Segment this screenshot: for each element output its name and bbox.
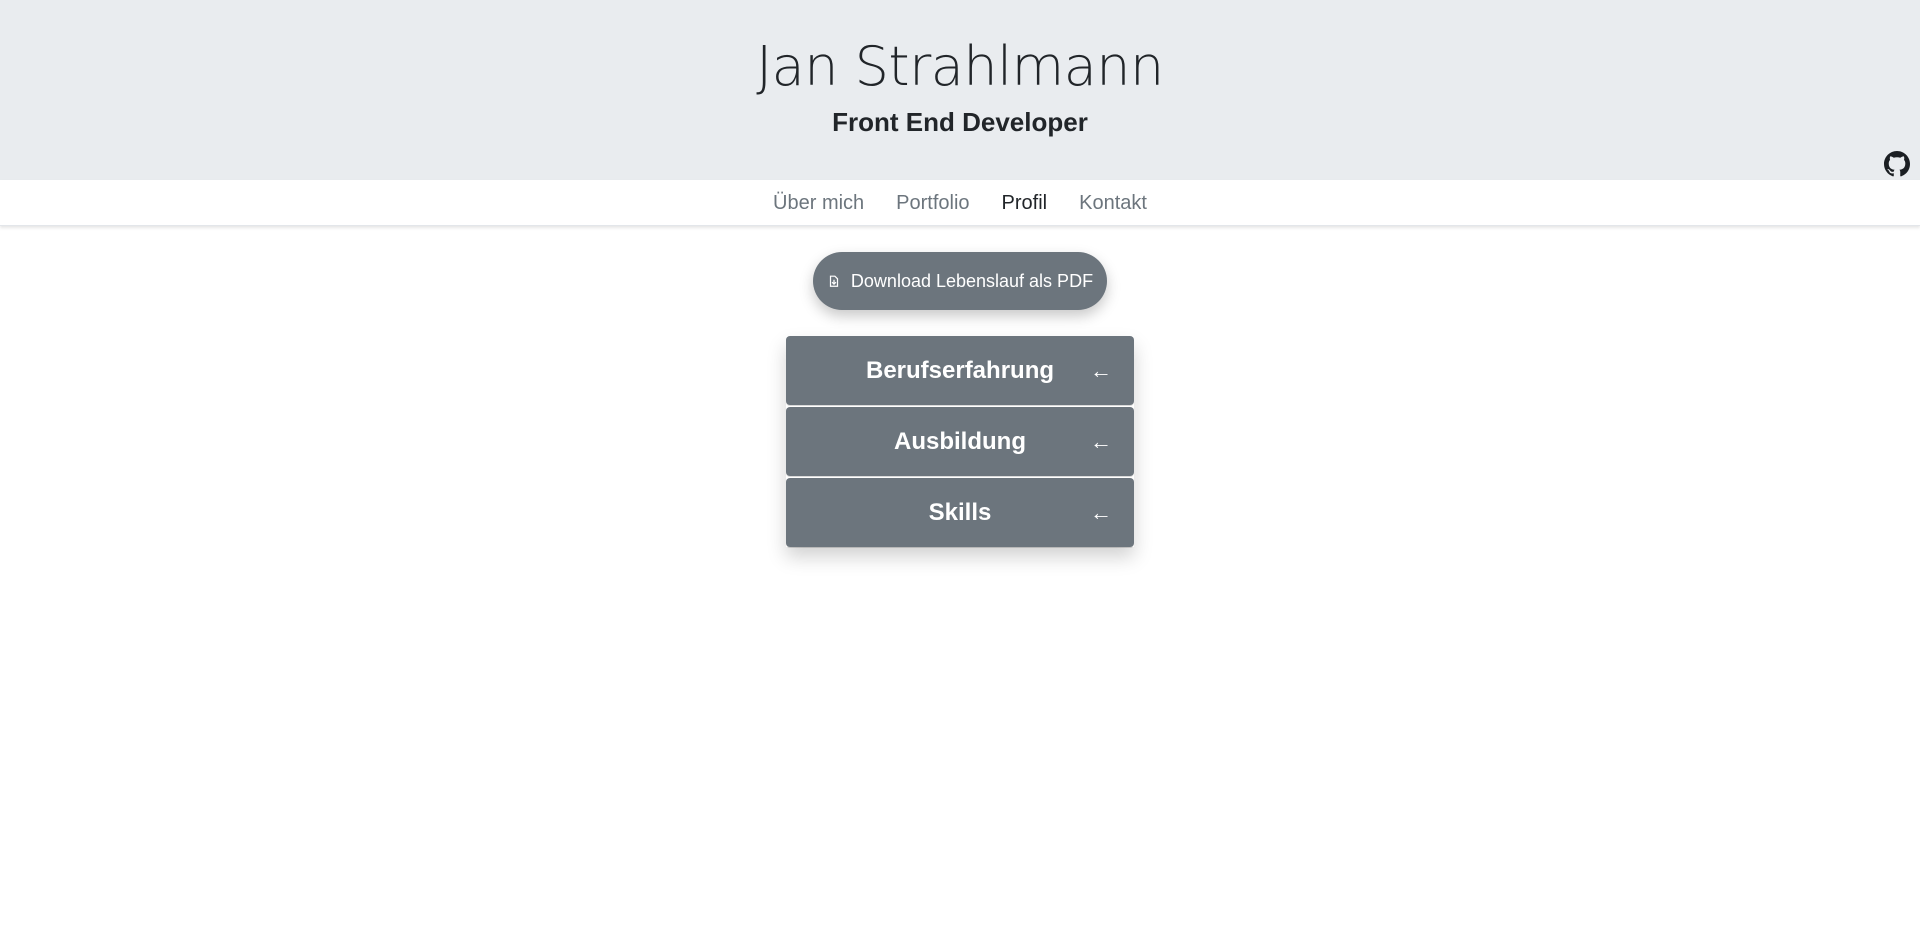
page-header: Jan Strahlmann Front End Developer [0, 0, 1920, 180]
arrow-left-icon: ← [1090, 357, 1112, 383]
accordion-title: Ausbildung [894, 427, 1026, 455]
github-link[interactable] [1884, 151, 1910, 177]
main-content: Download Lebenslauf als PDF Berufserfahr… [0, 226, 1920, 547]
accordion-title: Skills [928, 498, 992, 526]
page-title: Jan Strahlmann [756, 35, 1164, 98]
nav-item-ueber-mich[interactable]: Über mich [757, 181, 880, 225]
nav-item-profil[interactable]: Profil [986, 181, 1064, 225]
accordion-item-skills[interactable]: Skills ← [786, 478, 1134, 547]
arrow-left-icon: ← [1090, 499, 1112, 525]
page-subtitle: Front End Developer [832, 107, 1088, 137]
accordion-item-ausbildung[interactable]: Ausbildung ← [786, 407, 1134, 476]
nav-item-portfolio[interactable]: Portfolio [880, 181, 985, 225]
download-cv-label: Download Lebenslauf als PDF [850, 270, 1094, 291]
main-nav: Über mich Portfolio Profil Kontakt [0, 180, 1920, 226]
github-icon [1884, 151, 1910, 177]
download-cv-button[interactable]: Download Lebenslauf als PDF [812, 252, 1108, 310]
profile-accordion: Berufserfahrung ← Ausbildung ← Skills ← [786, 336, 1134, 547]
accordion-title: Berufserfahrung [865, 356, 1055, 384]
arrow-left-icon: ← [1090, 428, 1112, 454]
file-download-icon [827, 274, 841, 288]
accordion-item-berufserfahrung[interactable]: Berufserfahrung ← [786, 336, 1134, 405]
nav-item-kontakt[interactable]: Kontakt [1063, 181, 1163, 225]
